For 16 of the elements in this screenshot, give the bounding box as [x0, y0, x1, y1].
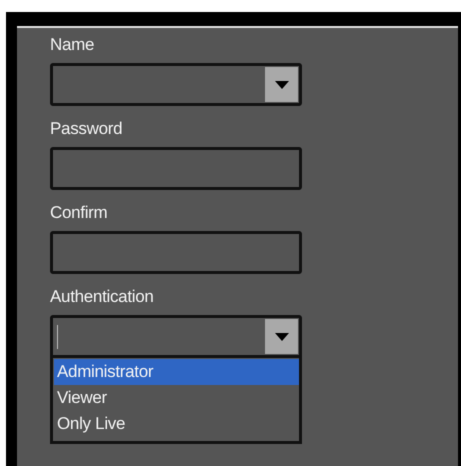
caret-icon: [274, 332, 288, 340]
combo-box[interactable]: [50, 63, 302, 106]
field-label: Password: [50, 118, 124, 140]
input-field[interactable]: [50, 147, 302, 190]
caret-icon: [274, 80, 288, 88]
combo-box[interactable]: [50, 315, 302, 358]
field-label: Confirm: [50, 202, 108, 224]
input-field[interactable]: [50, 231, 302, 274]
dropdown-button[interactable]: [265, 319, 298, 354]
list-option[interactable]: Administrator: [54, 359, 299, 385]
text-cursor: [57, 325, 58, 349]
list-option[interactable]: Viewer: [54, 385, 299, 411]
field-label: Authentication: [50, 286, 155, 308]
list-option[interactable]: Only Live: [54, 411, 299, 437]
field-label: Name: [50, 34, 96, 56]
dropdown-button[interactable]: [265, 67, 298, 102]
